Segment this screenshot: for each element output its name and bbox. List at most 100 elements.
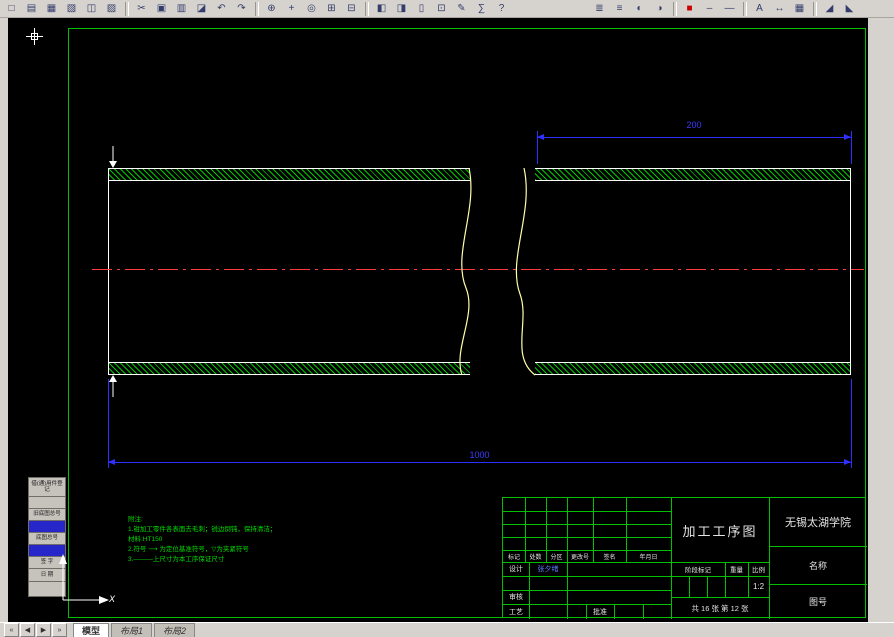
ucs-icon: X xyxy=(53,548,123,613)
drawing-canvas[interactable]: 200 1000 附注: 1.钳加工零件各表面去毛刺；锐边倒钝，保持清洁； 材料:H… xyxy=(8,18,868,622)
pan-realtime-icon[interactable]: + xyxy=(282,0,301,17)
plot-preview-icon[interactable]: ◫ xyxy=(82,0,101,17)
designcenter-icon[interactable]: ◨ xyxy=(392,0,411,17)
crosshair-cursor xyxy=(26,28,43,45)
publish-icon[interactable]: ▨ xyxy=(102,0,121,17)
centerline xyxy=(92,269,864,270)
title-block-line xyxy=(503,537,671,538)
design-label: 设计 xyxy=(509,566,523,573)
dimension-style-icon[interactable]: ↔ xyxy=(770,0,789,17)
technical-note-line: 1.钳加工零件各表面去毛刺；锐边倒钝，保持清洁； xyxy=(128,526,277,533)
plot-icon[interactable]: ▧ xyxy=(62,0,81,17)
toolbar-separator xyxy=(365,1,369,16)
title-block: 标记 处数 分区 更改号 签名 年月日 加工工序图 无锡太湖学院 名称 图号 阶段标记 重… xyxy=(502,497,867,619)
properties-icon[interactable]: ◧ xyxy=(372,0,391,17)
quick-calc-icon[interactable]: ∑ xyxy=(472,0,491,17)
lineweight-control-icon[interactable]: — xyxy=(720,0,739,17)
lower-wall-left-section xyxy=(108,362,470,375)
upper-wall-left-section xyxy=(108,168,470,181)
undo-icon[interactable]: ↶ xyxy=(212,0,231,17)
dim-overall-value: 1000 xyxy=(469,450,490,460)
title-block-line xyxy=(614,604,615,619)
title-block-line xyxy=(503,524,671,525)
title-block-line xyxy=(689,576,690,597)
dim-top-ext-right xyxy=(851,131,852,164)
application-window: □ ▤ ▦ ▧ ◫ ▨ ✂ ▣ ▥ ◪ ↶ ↷ ⊕ + ◎ ⊞ ⊟ ◧ ◨ ▯ ⊡ ✎ ∑? ≣ ≡ ◐ ◑ ■ ‒ — A ↔ ▦ ◢ ◣ xyxy=(0,0,894,637)
toolbar-separator xyxy=(743,1,747,16)
dim-overall-line xyxy=(108,462,851,463)
tab-nav-button-2[interactable]: ◀ xyxy=(20,623,35,637)
dim-top-arrow-left xyxy=(537,134,544,140)
text-style-icon[interactable]: A xyxy=(750,0,769,17)
left-end-face xyxy=(108,168,109,375)
toolbar-separator xyxy=(813,1,817,16)
color-control-icon[interactable]: ■ xyxy=(680,0,699,17)
crosshair-pickbox xyxy=(31,33,38,40)
right-end-face xyxy=(850,168,851,375)
ucs-y-arrowhead xyxy=(59,554,67,564)
upper-wall-right-section xyxy=(535,168,851,181)
scale-label: 比例 xyxy=(752,567,765,574)
match-properties-icon[interactable]: ◪ xyxy=(192,0,211,17)
title-block-line xyxy=(503,576,769,577)
layout-tab-1[interactable]: 模型 xyxy=(73,623,110,637)
check-label: 审核 xyxy=(509,594,523,601)
drawing-title: 加工工序图 xyxy=(682,523,758,539)
paste-icon[interactable]: ▥ xyxy=(172,0,191,17)
ucs-x-arrowhead xyxy=(99,596,109,604)
tab-nav-button-3[interactable]: ▶ xyxy=(36,623,51,637)
tab-nav: «◀ ▶» xyxy=(4,623,68,637)
tool-palettes-icon[interactable]: ▯ xyxy=(412,0,431,17)
change-table-header: 年月日 xyxy=(639,554,658,561)
layout-tab-bar: «◀ ▶» 模型 布局1 布局2 xyxy=(0,622,894,637)
change-table-header: 签名 xyxy=(603,554,616,561)
stage-label: 阶段标记 xyxy=(685,567,711,574)
change-table-header: 分区 xyxy=(550,554,563,561)
layer-previous-icon[interactable]: ◑ xyxy=(650,0,669,17)
zoom-previous-icon[interactable]: ⊟ xyxy=(342,0,361,17)
dim-top-value: 200 xyxy=(686,120,702,130)
name-label: 名称 xyxy=(808,560,827,571)
weight-label: 重量 xyxy=(730,567,743,574)
table-style-icon[interactable]: ▦ xyxy=(790,0,809,17)
toolbar-separator xyxy=(673,1,677,16)
open-file-icon[interactable]: ▤ xyxy=(22,0,41,17)
linetype-control-icon[interactable]: ‒ xyxy=(700,0,719,17)
designer-name: 张夕绪 xyxy=(537,566,559,573)
markup-set-manager-icon[interactable]: ✎ xyxy=(452,0,471,17)
sheet-set-manager-icon[interactable]: ⊡ xyxy=(432,0,451,17)
layout-tab-2[interactable]: 布局1 xyxy=(111,623,153,637)
technical-note-line: 3.———上尺寸为本工序保证尺寸 xyxy=(128,556,225,563)
technical-note-line: 2.符号 ⟶ 为定位基准符号，▽为夹紧符号 xyxy=(128,546,249,553)
change-table-header: 更改号 xyxy=(570,554,589,561)
help-icon[interactable]: ? xyxy=(492,0,511,17)
layer-properties-icon[interactable]: ≣ xyxy=(590,0,609,17)
toolbar-separator xyxy=(125,1,129,16)
make-object-layer-icon[interactable]: ◐ xyxy=(630,0,649,17)
ucs-x-label: X xyxy=(109,594,116,604)
toolbar: □ ▤ ▦ ▧ ◫ ▨ ✂ ▣ ▥ ◪ ↶ ↷ ⊕ + ◎ ⊞ ⊟ ◧ ◨ ▯ ⊡ ✎ ∑? ≣ ≡ ◐ ◑ ■ ‒ — A ↔ ▦ ◢ ◣ xyxy=(0,0,894,18)
cut-icon[interactable]: ✂ xyxy=(132,0,151,17)
zoom-realtime-icon[interactable]: ◎ xyxy=(302,0,321,17)
insert-hyperlink-icon[interactable]: ⊕ xyxy=(262,0,281,17)
tab-nav-button-1[interactable]: « xyxy=(4,623,19,637)
corner-grip-right-icon[interactable]: ◣ xyxy=(840,0,859,17)
dim-top-line xyxy=(537,137,851,138)
title-block-line xyxy=(643,604,644,619)
zoom-window-icon[interactable]: ⊞ xyxy=(322,0,341,17)
tab-nav-button-4[interactable]: » xyxy=(52,623,67,637)
toolbar-icons: □ ▤ ▦ ▧ ◫ ▨ ✂ ▣ ▥ ◪ ↶ ↷ ⊕ + ◎ ⊞ ⊟ ◧ ◨ ▯ ⊡ ✎ ∑? ≣ ≡ ◐ ◑ ■ ‒ — A ↔ ▦ ◢ ◣ xyxy=(2,0,860,17)
redo-icon[interactable]: ↷ xyxy=(232,0,251,17)
copy-icon[interactable]: ▣ xyxy=(152,0,171,17)
scale-value: 1:2 xyxy=(752,582,765,591)
save-icon[interactable]: ▦ xyxy=(42,0,61,17)
corner-grip-left-icon[interactable]: ◢ xyxy=(820,0,839,17)
layer-states-icon[interactable]: ≡ xyxy=(610,0,629,17)
sheet-info: 共 16 张 第 12 张 xyxy=(691,603,749,613)
new-file-icon[interactable]: □ xyxy=(2,0,21,17)
change-header-row: 标记 处数 分区 更改号 签名 年月日 xyxy=(503,550,671,562)
change-table-header: 标记 xyxy=(507,554,520,561)
technical-note-line: 附注: xyxy=(128,516,143,523)
layout-tab-3[interactable]: 布局2 xyxy=(154,623,196,637)
change-table-header: 处数 xyxy=(529,554,542,561)
